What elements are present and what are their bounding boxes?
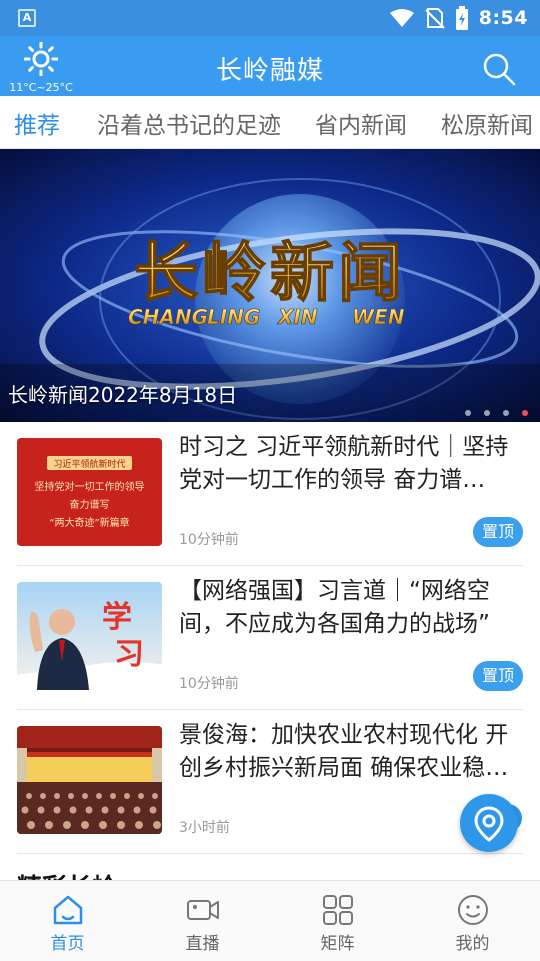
no-sim-icon — [425, 8, 445, 29]
thumb-text: 习 — [114, 637, 144, 672]
thumb-text: “两大奇迹”新篇章 — [49, 516, 129, 529]
banner-caption: 长岭新闻2022年8月18日 — [8, 383, 238, 407]
carousel-dot[interactable] — [465, 410, 471, 416]
banner-carousel[interactable]: 长岭新闻 CHANG LING XIN WEN 长岭新闻2022年8月18日 — [0, 149, 540, 422]
smiley-icon — [457, 895, 488, 925]
carousel-indicators — [465, 410, 528, 416]
pinned-badge: 置顶 — [473, 517, 523, 547]
news-thumbnail: 学 习 — [17, 582, 162, 690]
banner-logo-en-3: XIN — [276, 305, 318, 329]
search-icon[interactable] — [482, 52, 516, 86]
wifi-icon — [389, 9, 414, 27]
video-camera-icon — [186, 900, 219, 920]
nav-live[interactable]: 直播 — [135, 881, 270, 961]
status-icons: 8:54 — [389, 6, 528, 30]
category-tabs: 推荐 沿着总书记的足迹 省内新闻 松原新闻 — [0, 96, 540, 149]
carousel-dot-active[interactable] — [522, 410, 528, 416]
nav-label: 我的 — [455, 934, 490, 954]
home-icon — [53, 895, 82, 925]
news-time: 10分钟前 — [179, 532, 239, 548]
news-thumbnail: 习近平领航新时代 坚持党对一切工作的领导 奋力谱写 “两大奇迹”新篇章 — [17, 438, 162, 546]
banner-logo-en-4: WEN — [352, 305, 405, 329]
status-bar: A 8:54 — [0, 0, 540, 36]
nav-home[interactable]: 首页 — [0, 881, 135, 961]
bottom-navigation: 首页 直播 矩阵 我的 — [0, 880, 540, 961]
nav-label: 矩阵 — [320, 934, 355, 954]
grid-icon — [322, 895, 353, 925]
news-thumbnail — [17, 726, 162, 834]
tab-songyuan-news[interactable]: 松原新闻 — [441, 106, 533, 140]
news-time: 3小时前 — [179, 820, 230, 836]
notification-app-icon: A — [18, 9, 36, 27]
location-pin-icon — [474, 806, 504, 842]
clock: 8:54 — [478, 7, 528, 29]
tab-footsteps[interactable]: 沿着总书记的足迹 — [97, 106, 281, 140]
nav-label: 首页 — [50, 934, 85, 954]
news-title: 景俊海：加快农业农村现代化 开创乡村振兴新局面 确保农业稳… — [179, 722, 509, 781]
news-title: 【网络强国】习言道｜“网络空间，不应成为各国角力的战场” — [179, 578, 490, 637]
news-item[interactable]: 习近平领航新时代 坚持党对一切工作的领导 奋力谱写 “两大奇迹”新篇章 时习之 … — [17, 422, 523, 566]
nav-matrix[interactable]: 矩阵 — [270, 881, 405, 961]
thumb-text: 学 — [102, 600, 132, 635]
thumb-text: 坚持党对一切工作的领导 — [35, 480, 145, 493]
news-time: 10分钟前 — [179, 676, 239, 692]
nav-label: 直播 — [185, 934, 220, 954]
banner-logo-en-1: CHANG — [128, 305, 208, 329]
thumb-text: 习近平领航新时代 — [53, 458, 125, 470]
carousel-dot[interactable] — [503, 410, 509, 416]
news-item[interactable]: 景俊海：加快农业农村现代化 开创乡村振兴新局面 确保农业稳… 3小时前 — [17, 710, 523, 854]
thumb-text: 奋力谱写 — [70, 498, 110, 511]
app-header: 11°C~25°C 长岭融媒 — [0, 36, 540, 96]
news-item[interactable]: 学 习 【网络强国】习言道｜“网络空间，不应成为各国角力的战场” 10分钟前 置… — [17, 566, 523, 710]
nav-profile[interactable]: 我的 — [405, 881, 540, 961]
tab-provincial-news[interactable]: 省内新闻 — [315, 106, 407, 140]
banner-logo-chinese: 长岭新闻 — [134, 237, 406, 311]
news-title: 时习之 习近平领航新时代｜坚持党对一切工作的领导 奋力谱… — [179, 434, 509, 493]
app-title: 长岭融媒 — [215, 56, 324, 86]
location-fab[interactable] — [460, 794, 518, 852]
battery-icon — [455, 6, 468, 30]
pinned-badge: 置顶 — [473, 661, 523, 691]
banner-logo-en-2: LING — [207, 305, 260, 329]
carousel-dot[interactable] — [484, 410, 490, 416]
news-list: 习近平领航新时代 坚持党对一切工作的领导 奋力谱写 “两大奇迹”新篇章 时习之 … — [0, 422, 540, 854]
tab-recommend[interactable]: 推荐 — [14, 106, 60, 140]
